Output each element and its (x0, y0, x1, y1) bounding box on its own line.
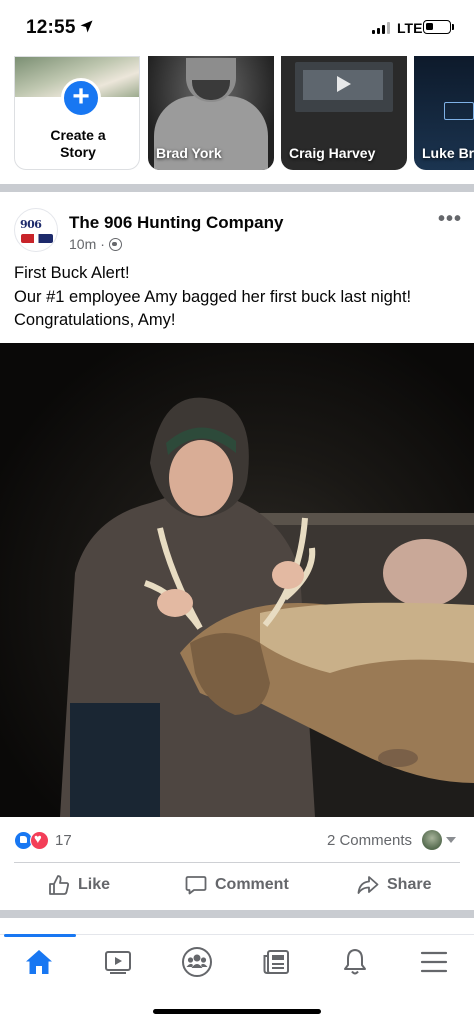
post-text: First Buck Alert! Our #1 employee Amy ba… (14, 262, 464, 333)
news-tab[interactable] (258, 945, 294, 979)
story-name: Luke Br (422, 145, 474, 161)
story-card-brad-york[interactable]: Brad York (148, 56, 274, 170)
bottom-navigation (0, 934, 474, 990)
story-name: Brad York (156, 145, 222, 161)
more-options-button[interactable]: ••• (438, 208, 462, 231)
location-arrow-icon (80, 20, 93, 33)
comment-count[interactable]: 2 Comments (327, 832, 412, 849)
watch-icon (105, 951, 131, 974)
comment-label: Comment (215, 876, 289, 893)
groups-icon (182, 947, 212, 977)
create-story-label-line1: Create a (50, 127, 106, 143)
deer-hoof (378, 749, 418, 767)
avatar-logo-text: 906 (20, 218, 42, 231)
status-bar: 12:55 LTE (0, 0, 474, 56)
post-photo[interactable] (0, 343, 474, 817)
post-text-line: First Buck Alert! (14, 264, 130, 282)
page-avatar[interactable]: 906 (14, 208, 58, 252)
reaction-count[interactable]: 17 (55, 832, 72, 849)
home-indicator[interactable] (153, 1009, 321, 1014)
share-arrow-icon (357, 876, 379, 894)
share-button[interactable]: Share (357, 874, 431, 896)
battery-icon (423, 20, 451, 34)
reactions-summary[interactable]: 17 2 Comments (14, 824, 460, 858)
person-hand-right (272, 561, 304, 589)
section-divider (0, 910, 474, 918)
chevron-down-icon[interactable] (446, 837, 456, 843)
groups-tab[interactable] (179, 945, 215, 979)
create-story-label-line2: Story (60, 144, 96, 160)
home-icon (26, 950, 52, 974)
story-card-luke[interactable]: Luke Br (414, 56, 474, 170)
section-divider (0, 184, 474, 192)
truck-rail (250, 513, 474, 525)
story-name: Craig Harvey (289, 145, 376, 161)
globe-icon (108, 237, 122, 251)
post-time[interactable]: 10m (69, 236, 96, 252)
viewer-avatar[interactable] (422, 830, 442, 850)
active-tab-indicator (4, 934, 76, 937)
story-card-craig-harvey[interactable]: Craig Harvey (281, 56, 407, 170)
stories-tray[interactable]: + Create a Story Brad York Craig Harvey … (0, 56, 474, 184)
post-text-line: Congratulations, Amy! (14, 311, 176, 329)
menu-tab[interactable] (416, 945, 452, 979)
bucket (383, 539, 467, 607)
post-text-line: Our #1 employee Amy bagged her first buc… (14, 287, 412, 306)
menu-icon (420, 951, 448, 973)
post-meta: 10m · (69, 236, 122, 252)
post-header: 906 The 906 Hunting Company 10m · ••• (0, 200, 474, 260)
actions-divider (14, 862, 460, 863)
comment-button[interactable]: Comment (185, 874, 289, 896)
plus-icon[interactable]: + (61, 78, 101, 118)
watch-tab[interactable] (100, 945, 136, 979)
love-reaction-icon (30, 831, 49, 850)
post-actions: Like Comment Share (0, 866, 474, 906)
comment-bubble-icon (185, 876, 207, 895)
create-story-card[interactable]: + Create a Story (14, 56, 140, 170)
like-button[interactable]: Like (48, 874, 110, 896)
network-type: LTE (397, 20, 423, 36)
person-jeans (70, 703, 160, 817)
news-icon (263, 950, 289, 974)
cellular-signal-icon (372, 22, 390, 34)
create-story-label: Create a Story (15, 127, 139, 161)
meta-separator: · (100, 236, 105, 252)
battery-level (426, 23, 433, 30)
status-time: 12:55 (26, 17, 76, 38)
page-name[interactable]: The 906 Hunting Company (69, 213, 283, 233)
battery-cap (452, 24, 454, 30)
story-photo-device (444, 102, 474, 120)
play-icon (337, 76, 351, 92)
person-face (169, 440, 233, 516)
like-label: Like (78, 876, 111, 893)
home-tab[interactable] (21, 945, 57, 979)
person-hand-left (157, 589, 193, 617)
notifications-tab[interactable] (337, 945, 373, 979)
share-label: Share (387, 876, 432, 893)
post-photo-illustration (60, 397, 474, 817)
avatar-flag-logo (21, 234, 53, 243)
bell-icon (344, 949, 366, 975)
thumbs-up-icon (49, 875, 69, 895)
